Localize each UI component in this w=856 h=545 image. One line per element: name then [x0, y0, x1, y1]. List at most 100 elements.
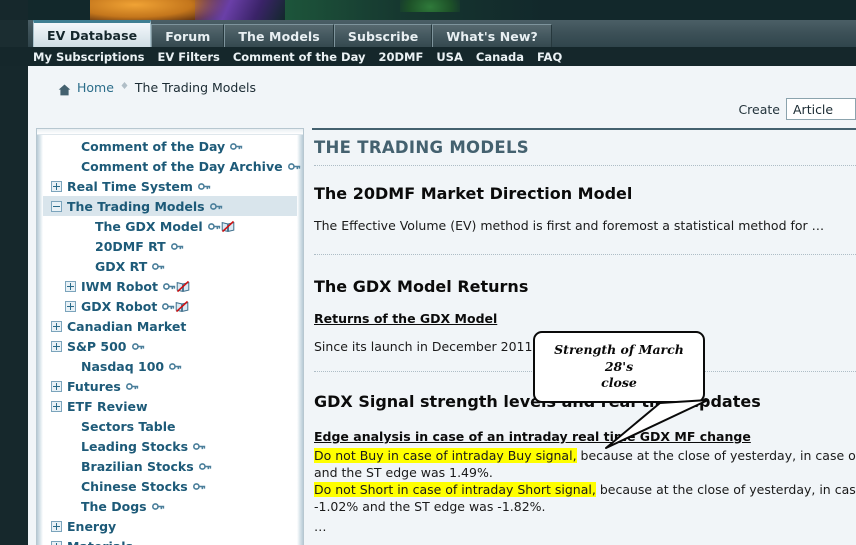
- home-icon: [58, 81, 71, 96]
- subnav-item-ev-filters[interactable]: EV Filters: [158, 50, 220, 64]
- expand-plus-icon[interactable]: [51, 180, 62, 192]
- sidebar-item-real-time-system[interactable]: Real Time System: [43, 176, 297, 196]
- sidebar-item-the-dogs[interactable]: The Dogs: [43, 496, 297, 516]
- tab-label: What's New?: [446, 28, 538, 44]
- sidebar-item-label: The Trading Models: [67, 198, 205, 214]
- sidebar-item-sectors-table[interactable]: Sectors Table: [43, 416, 297, 436]
- breadcrumb-home-link[interactable]: Home: [77, 80, 114, 95]
- subnav-item-canada[interactable]: Canada: [476, 50, 524, 64]
- sidebar-item-gdx-rt[interactable]: GDX RT: [43, 256, 297, 276]
- create-row: Create Article: [738, 98, 856, 120]
- subnav-item-faq[interactable]: FAQ: [537, 50, 562, 64]
- expand-plus-icon[interactable]: [51, 400, 62, 412]
- banner-art-purple: [195, 0, 285, 20]
- collapse-minus-icon[interactable]: [51, 200, 62, 212]
- expand-plus-icon[interactable]: [65, 280, 76, 292]
- expand-plus-icon[interactable]: [65, 300, 76, 312]
- sub-nav-links: My Subscriptions EV Filters Comment of the…: [33, 47, 562, 66]
- tab-subscribe[interactable]: Subscribe: [333, 24, 433, 47]
- key-icon: [209, 202, 222, 210]
- expand-plus-icon[interactable]: [51, 380, 62, 392]
- sidebar-item-leading-stocks[interactable]: Leading Stocks: [43, 436, 297, 456]
- tab-ev-database[interactable]: EV Database: [33, 20, 152, 47]
- sidebar-item-comment-of-the-day[interactable]: Comment of the Day: [43, 136, 297, 156]
- key-icon: [152, 262, 165, 270]
- create-type-select[interactable]: Article: [786, 98, 856, 120]
- rule-under-page-title: [314, 165, 856, 166]
- sidebar-item-label: Comment of the Day: [81, 138, 226, 154]
- page-title: THE TRADING MODELS: [314, 138, 529, 157]
- callout-bubble: Strength of March 28's close: [533, 331, 705, 403]
- sidebar-item-nasdaq-100[interactable]: Nasdaq 100: [43, 356, 297, 376]
- sidebar-item-iwm-robot[interactable]: IWM Robot: [43, 276, 297, 296]
- tab-forum[interactable]: Forum: [151, 24, 225, 47]
- sidebar-right-edge: [297, 135, 303, 545]
- sidebar-item-the-trading-models[interactable]: The Trading Models: [43, 196, 297, 216]
- sidebar-item-etf-review[interactable]: ETF Review: [43, 396, 297, 416]
- subnav-item-20dmf[interactable]: 20DMF: [378, 50, 423, 64]
- expand-plus-icon[interactable]: [51, 340, 62, 352]
- subnav-item-my-subscriptions[interactable]: My Subscriptions: [33, 50, 145, 64]
- sidebar-item-label: Leading Stocks: [81, 438, 189, 454]
- tab-label: The Models: [238, 28, 320, 44]
- section-2-subheading[interactable]: Returns of the GDX Model: [314, 311, 497, 326]
- key-icon: [197, 182, 211, 190]
- sidebar-item-label: Comment of the Day Archive: [81, 158, 283, 174]
- create-label: Create: [738, 101, 780, 117]
- expand-plus-icon[interactable]: [51, 540, 62, 545]
- sidebar-item-label: GDX Robot: [81, 298, 158, 314]
- create-type-value: Article: [793, 101, 834, 117]
- sidebar-item-label: Energy: [67, 518, 117, 534]
- section-1-body: The Effective Volume (EV) method is firs…: [314, 218, 825, 233]
- key-icon: [207, 222, 220, 230]
- callout-line-1: Strength of March 28's: [554, 341, 684, 374]
- sidebar-item-label: Futures: [67, 378, 121, 394]
- subnav-item-usa[interactable]: USA: [436, 50, 463, 64]
- book-blocked-icon: [176, 300, 189, 312]
- section-2-body: Since its launch in December 2011, as o: [314, 339, 567, 354]
- callout-text: Strength of March 28's close: [547, 342, 691, 393]
- page-root: EV Database Forum The Models Subscribe What'…: [0, 0, 856, 545]
- breadcrumb-current: The Trading Models: [134, 79, 257, 95]
- tab-label: Forum: [165, 28, 211, 44]
- sidebar-item-brazilian-stocks[interactable]: Brazilian Stocks: [43, 456, 297, 476]
- sidebar-top-edge: [37, 129, 303, 135]
- sidebar-item-chinese-stocks[interactable]: Chinese Stocks: [43, 476, 297, 496]
- expand-plus-icon[interactable]: [51, 520, 62, 532]
- sidebar-item-label: Real Time System: [67, 178, 193, 194]
- sidebar-item-canadian-market[interactable]: Canadian Market: [43, 316, 297, 336]
- sidebar-item-label: S&P 500: [67, 338, 127, 354]
- sidebar-item-label: 20DMF RT: [95, 238, 166, 254]
- section-1-heading: The 20DMF Market Direction Model: [314, 184, 633, 203]
- sidebar-item-label: Brazilian Stocks: [81, 458, 194, 474]
- sidebar-item-the-gdx-model[interactable]: The GDX Model: [43, 216, 297, 236]
- short-signal-line: Do not Short in case of intraday Short s…: [314, 482, 856, 497]
- buy-signal-highlight: Do not Buy in case of intraday Buy signa…: [314, 448, 577, 463]
- short-signal-rest: because at the close of yesterday, in ca…: [599, 482, 856, 497]
- sidebar-item-energy[interactable]: Energy: [43, 516, 297, 536]
- sidebar-item-label: Chinese Stocks: [81, 478, 188, 494]
- short-signal-highlight: Do not Short in case of intraday Short s…: [314, 482, 596, 497]
- buy-signal-rest: because at the close of yesterday, in ca…: [580, 448, 856, 463]
- tab-the-models[interactable]: The Models: [224, 24, 334, 47]
- sidebar-item-futures[interactable]: Futures: [43, 376, 297, 396]
- sidebar-item-gdx-robot[interactable]: GDX Robot: [43, 296, 297, 316]
- tab-label: EV Database: [47, 27, 138, 43]
- expand-plus-icon[interactable]: [51, 320, 62, 332]
- sidebar-item-label: Nasdaq 100: [81, 358, 165, 374]
- sidebar-panel: Comment of the Day Comment of the Day Arc…: [36, 128, 304, 545]
- sidebar-tree: Comment of the Day Comment of the Day Arc…: [43, 136, 300, 545]
- content-top-rule: [312, 128, 856, 130]
- key-icon: [192, 482, 205, 490]
- sidebar-item-20dmf-rt[interactable]: 20DMF RT: [43, 236, 297, 256]
- main-tabs: EV Database Forum The Models Subscribe What'…: [33, 20, 552, 47]
- key-icon: [151, 502, 164, 510]
- sidebar-item-materials[interactable]: Materials: [43, 536, 297, 545]
- subnav-item-comment-of-the-day[interactable]: Comment of the Day: [233, 50, 366, 64]
- sidebar-item-comment-of-the-day-archive[interactable]: Comment of the Day Archive: [43, 156, 300, 176]
- buy-signal-line-2: and the ST edge was 1.49%.: [314, 465, 493, 480]
- tab-what-s-new[interactable]: What's New?: [432, 24, 552, 47]
- buy-signal-line: Do not Buy in case of intraday Buy signa…: [314, 448, 856, 463]
- sidebar-item-s-p-500[interactable]: S&P 500: [43, 336, 297, 356]
- sidebar-item-label: The GDX Model: [95, 218, 203, 234]
